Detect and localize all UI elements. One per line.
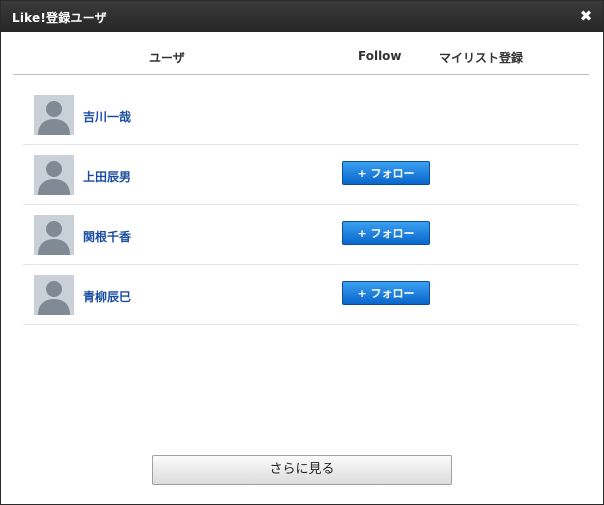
show-more-button[interactable]: さらに見る xyxy=(152,455,452,485)
user-row: 関根千香 + フォロー xyxy=(23,205,579,265)
default-avatar-icon[interactable] xyxy=(34,275,74,315)
like-users-dialog: Like!登録ユーザ ✖ ユーザ Follow マイリスト登録 吉川一哉 上田辰… xyxy=(0,0,604,505)
user-list: 吉川一哉 上田辰男 + フォロー 関根千香 + フォロー 青柳辰巳 + フォロー xyxy=(23,85,579,325)
user-row: 上田辰男 + フォロー xyxy=(23,145,579,205)
dialog-title: Like!登録ユーザ xyxy=(12,11,107,25)
default-avatar-icon[interactable] xyxy=(34,215,74,255)
column-header-user: ユーザ xyxy=(149,51,185,65)
follow-button[interactable]: + フォロー xyxy=(342,281,430,305)
column-header-follow: Follow xyxy=(358,49,402,63)
user-row: 吉川一哉 xyxy=(23,85,579,145)
close-icon[interactable]: ✖ xyxy=(579,8,593,24)
follow-button[interactable]: + フォロー xyxy=(342,221,430,245)
default-avatar-icon[interactable] xyxy=(34,155,74,195)
user-name-link[interactable]: 関根千香 xyxy=(83,228,131,245)
user-name-link[interactable]: 吉川一哉 xyxy=(83,108,131,125)
follow-button[interactable]: + フォロー xyxy=(342,161,430,185)
user-name-link[interactable]: 上田辰男 xyxy=(83,168,131,185)
column-header-row: ユーザ Follow マイリスト登録 xyxy=(13,32,589,75)
user-row: 青柳辰巳 + フォロー xyxy=(23,265,579,325)
dialog-titlebar: Like!登録ユーザ ✖ xyxy=(1,1,603,32)
default-avatar-icon[interactable] xyxy=(34,95,74,135)
user-name-link[interactable]: 青柳辰巳 xyxy=(83,288,131,305)
column-header-mylist: マイリスト登録 xyxy=(439,51,524,65)
